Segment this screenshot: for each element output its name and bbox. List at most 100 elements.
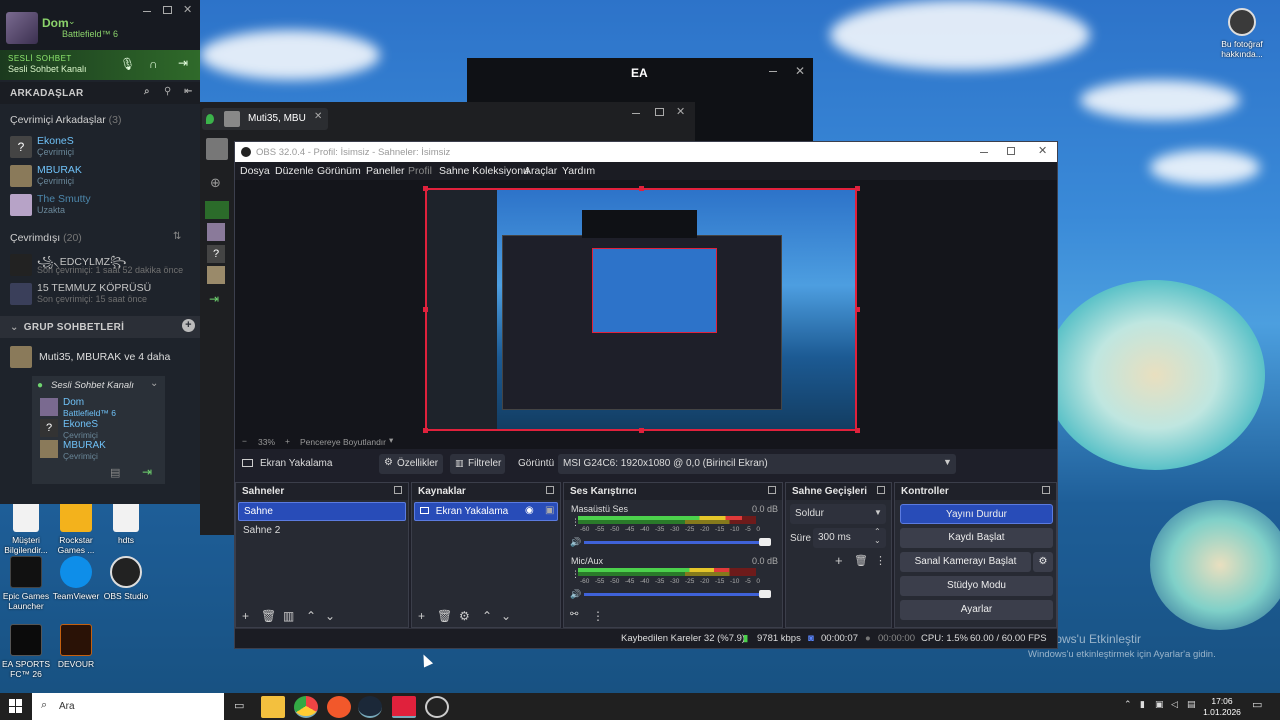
add-group-icon[interactable]: + [182, 319, 195, 332]
resize-handle[interactable] [855, 428, 860, 433]
gear-icon[interactable]: ⚙ [459, 609, 470, 623]
display-select[interactable]: MSI G24C6: 1920x1080 @ 0,0 (Birincil Ekr… [558, 454, 956, 474]
zoom-in-icon[interactable]: + [285, 436, 290, 446]
user-name[interactable]: Dom [42, 16, 69, 30]
more-icon[interactable]: ⋮ [875, 554, 886, 567]
close-icon[interactable]: ✕ [676, 105, 685, 118]
voice-chat-bar[interactable]: SESLİ SOHBET Sesli Sohbet Kanalı 🎙 ∩ ⇥ [0, 50, 200, 80]
clock[interactable]: 17:06 1.01.2026 [1200, 696, 1244, 718]
settings-button[interactable]: Ayarlar [900, 600, 1053, 620]
zoom-out-icon[interactable]: − [242, 436, 247, 446]
online-heading[interactable]: Çevrimiçi Arkadaşlar (3) [10, 114, 121, 126]
add-icon[interactable]: + [835, 553, 843, 568]
link-icon[interactable]: ⚯ [570, 609, 578, 620]
preview-canvas[interactable] [425, 188, 857, 431]
tab-close-icon[interactable]: ✕ [314, 111, 322, 122]
start-virtual-camera-button[interactable]: Sanal Kamerayı Başlat [900, 552, 1031, 572]
network-icon[interactable]: ▣ [1155, 699, 1164, 710]
close-icon[interactable]: ✕ [795, 64, 805, 78]
maximize-icon[interactable] [1007, 147, 1015, 155]
leave-icon[interactable]: ⇥ [209, 292, 219, 306]
group-chat-row[interactable]: Muti35, MBURAK ve 4 daha [8, 345, 193, 369]
maximize-icon[interactable] [655, 108, 664, 116]
fit-window-button[interactable]: Pencereye Boyutlandır [300, 437, 386, 447]
duration-input[interactable]: 300 ms ⌃ ⌄ [813, 527, 886, 548]
popout-icon[interactable] [1042, 486, 1050, 494]
chrome-icon[interactable] [294, 696, 318, 718]
member-avatar[interactable]: ? [207, 245, 225, 263]
friend-row[interactable]: 15 TEMMUZ KÖPRÜSÜ Son çevrimiçi: 15 saat… [8, 281, 193, 307]
steam-friends-window[interactable]: Dom ⌄ Battlefield™ 6 ✕ SESLİ SOHBET Sesl… [0, 0, 200, 504]
menu-paneller[interactable]: Paneller [366, 165, 405, 177]
member-avatar[interactable] [207, 266, 225, 284]
minimize-icon[interactable] [980, 152, 988, 153]
resize-handle[interactable] [423, 428, 428, 433]
volume-slider[interactable] [584, 593, 760, 596]
stop-streaming-button[interactable]: Yayını Durdur [900, 504, 1053, 524]
windows-start-icon[interactable] [9, 699, 23, 713]
eye-icon[interactable]: ◉ [525, 505, 534, 516]
virtual-camera-settings-button[interactable]: ⚙ [1033, 552, 1053, 572]
steam-icon[interactable] [358, 696, 382, 718]
popout-icon[interactable] [877, 486, 885, 494]
arrow-down-icon[interactable]: ⌄ [325, 609, 335, 623]
menu-yardim[interactable]: Yardım [562, 165, 595, 177]
chevron-down-icon[interactable]: ⌄ [68, 16, 76, 27]
user-avatar[interactable] [6, 12, 38, 44]
close-icon[interactable]: ✕ [183, 3, 192, 16]
filters-button[interactable]: ▥ Filtreler [450, 454, 505, 474]
more-icon[interactable]: ⋮ [592, 609, 604, 623]
trash-icon[interactable]: 🗑 [261, 609, 276, 623]
arrow-down-icon[interactable]: ⌄ [501, 609, 511, 623]
resize-handle[interactable] [855, 186, 860, 191]
friend-row[interactable]: The Smutty Uzakta [8, 192, 193, 218]
microphone-icon[interactable]: 🎙 [120, 57, 135, 71]
speaker-icon[interactable]: 🔊 [570, 589, 581, 600]
file-explorer-icon[interactable] [261, 696, 285, 718]
lock-icon[interactable]: ▣ [545, 505, 554, 516]
keyboard-icon[interactable]: ▤ [1187, 699, 1196, 710]
offline-heading[interactable]: Çevrimdışı (20) [10, 232, 82, 244]
properties-button[interactable]: ⚙ Özellikler [379, 454, 443, 474]
popout-icon[interactable] [768, 486, 776, 494]
add-icon[interactable]: ⊕ [210, 175, 221, 191]
group-avatar[interactable] [206, 138, 228, 160]
resize-handle[interactable] [639, 428, 644, 433]
chat-tab[interactable]: Muti35, MBU ✕ [202, 108, 328, 130]
volume-slider[interactable] [584, 541, 760, 544]
trash-icon[interactable]: 🗑 [437, 609, 452, 623]
popout-icon[interactable] [394, 486, 402, 494]
headset-icon[interactable]: ∩ [149, 57, 158, 71]
popout-icon[interactable] [546, 486, 554, 494]
volume-slider-handle[interactable] [759, 590, 771, 598]
member-avatar[interactable] [207, 223, 225, 241]
scene-item[interactable]: Sahne 2 [238, 522, 406, 541]
leave-voice-icon[interactable]: ⇥ [178, 56, 188, 70]
filter-icon[interactable]: ▥ [283, 609, 294, 623]
speaker-icon[interactable]: 🔊 [570, 537, 581, 548]
collapse-icon[interactable]: ⇤ [184, 86, 193, 97]
spin-down-icon[interactable]: ⌄ [874, 536, 881, 545]
menu-sahne-koleksiyonu[interactable]: Sahne Koleksiyonu [439, 165, 529, 177]
arrow-up-icon[interactable]: ⌃ [482, 609, 492, 623]
brave-icon[interactable] [327, 696, 351, 718]
close-icon[interactable]: ✕ [1038, 144, 1047, 157]
maximize-icon[interactable] [163, 6, 172, 14]
menu-duzenle[interactable]: Düzenle [275, 165, 314, 177]
preview-area[interactable] [235, 180, 1057, 435]
add-icon[interactable]: + [242, 609, 249, 623]
desktop-icon-hdts[interactable]: hdts [96, 500, 156, 545]
desktop-icon-obs[interactable]: OBS Studio [96, 556, 156, 601]
transition-select[interactable]: Soldur ▼ [790, 504, 886, 524]
source-item[interactable]: Ekran Yakalama ◉ ▣ [414, 502, 558, 521]
obs-taskbar-icon[interactable] [425, 696, 449, 718]
menu-gorunum[interactable]: Görünüm [317, 165, 361, 177]
add-friend-icon[interactable]: ⚲ [164, 86, 172, 97]
resize-handle[interactable] [855, 307, 860, 312]
desktop-icon-photo-info[interactable]: Bu fotoğraf hakkında... [1212, 8, 1272, 59]
settings-icon[interactable]: ▤ [110, 466, 120, 479]
microphone-icon[interactable]: ▮ [1140, 699, 1145, 710]
leave-icon[interactable]: ⇥ [142, 465, 152, 479]
voice-icon[interactable] [205, 201, 229, 219]
minimize-icon[interactable] [769, 71, 777, 72]
